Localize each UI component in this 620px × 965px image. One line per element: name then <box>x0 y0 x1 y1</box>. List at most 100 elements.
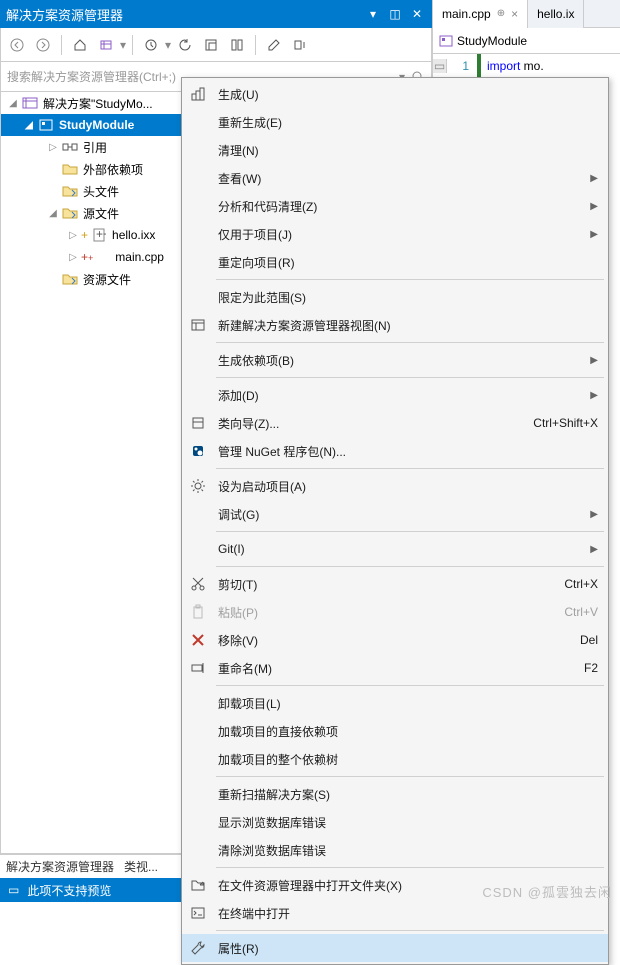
nuget-icon <box>188 441 208 461</box>
chevron-right-icon: ▶ <box>590 173 598 184</box>
cpp-icon: ++ <box>90 227 108 243</box>
mi-open-terminal[interactable]: 在终端中打开 <box>182 899 608 927</box>
mi-unload[interactable]: 卸载项目(L) <box>182 689 608 717</box>
mi-nuget[interactable]: 管理 NuGet 程序包(N)... <box>182 437 608 465</box>
back-icon[interactable] <box>5 33 29 57</box>
expander-icon[interactable]: ◢ <box>5 98 21 109</box>
mi-add[interactable]: 添加(D)▶ <box>182 381 608 409</box>
tab-label: hello.ix <box>537 7 574 21</box>
project-label: StudyModule <box>59 118 134 132</box>
mi-retarget[interactable]: 重定向项目(R) <box>182 248 608 276</box>
mi-rename[interactable]: 重命名(M)F2 <box>182 654 608 682</box>
mi-load-deps[interactable]: 加载项目的直接依赖项 <box>182 717 608 745</box>
mi-git[interactable]: Git(I)▶ <box>182 535 608 563</box>
expander-icon[interactable]: ◢ <box>21 120 37 131</box>
chevron-right-icon: ▶ <box>590 390 598 401</box>
mi-show-browse-err[interactable]: 显示浏览数据库错误 <box>182 808 608 836</box>
build-icon <box>188 84 208 104</box>
mi-build-deps[interactable]: 生成依赖项(B)▶ <box>182 346 608 374</box>
mi-remove[interactable]: 移除(V)Del <box>182 626 608 654</box>
show-all-icon[interactable] <box>225 33 249 57</box>
expander-icon[interactable]: ▷ <box>65 230 81 241</box>
mi-debug[interactable]: 调试(G)▶ <box>182 500 608 528</box>
mi-class-wizard[interactable]: 类向导(Z)...Ctrl+Shift+X <box>182 409 608 437</box>
line-number: 1 <box>447 59 477 73</box>
mi-rebuild[interactable]: 重新生成(E) <box>182 108 608 136</box>
properties-icon[interactable] <box>262 33 286 57</box>
mi-view[interactable]: 查看(W)▶ <box>182 164 608 192</box>
filter-folder-icon <box>61 205 79 221</box>
mi-scope[interactable]: 限定为此范围(S) <box>182 283 608 311</box>
project-icon <box>439 35 453 47</box>
panel-title: 解决方案资源管理器 ▾ ◫ ✕ <box>0 0 432 28</box>
tab-label: main.cpp <box>442 7 491 21</box>
code-line[interactable]: ▭ 1 import mo. <box>433 54 620 78</box>
node-label: 源文件 <box>83 205 119 222</box>
tab-main-cpp[interactable]: main.cpp ⊕ × <box>433 0 528 28</box>
mi-clean[interactable]: 清理(N) <box>182 136 608 164</box>
code-keyword: import <box>487 59 520 73</box>
mi-cut[interactable]: 剪切(T)Ctrl+X <box>182 570 608 598</box>
paste-icon <box>188 602 208 622</box>
mi-paste: 粘贴(P)Ctrl+V <box>182 598 608 626</box>
mi-startup[interactable]: 设为启动项目(A) <box>182 472 608 500</box>
context-menu: 生成(U) 重新生成(E) 清理(N) 查看(W)▶ 分析和代码清理(Z)▶ 仅… <box>181 77 609 965</box>
svg-text:++: ++ <box>96 228 106 241</box>
project-icon <box>37 117 55 133</box>
preview-icon: ▭ <box>8 883 19 897</box>
mi-analyze[interactable]: 分析和代码清理(Z)▶ <box>182 192 608 220</box>
filter-folder-icon <box>61 183 79 199</box>
rename-icon <box>188 658 208 678</box>
solution-label: 解决方案"StudyMo... <box>43 95 153 112</box>
mi-new-view[interactable]: 新建解决方案资源管理器视图(N) <box>182 311 608 339</box>
tab-hello-ixx[interactable]: hello.ix <box>528 0 584 28</box>
preview-message: 此项不支持预览 <box>27 882 111 899</box>
cut-icon <box>188 574 208 594</box>
refresh-icon[interactable] <box>173 33 197 57</box>
gear-icon <box>188 476 208 496</box>
editor-tabs: main.cpp ⊕ × hello.ix <box>433 0 620 28</box>
mi-clear-browse-err[interactable]: 清除浏览数据库错误 <box>182 836 608 864</box>
folder-icon <box>61 161 79 177</box>
mi-project-only[interactable]: 仅用于项目(J)▶ <box>182 220 608 248</box>
nav-bar[interactable]: StudyModule <box>433 28 620 54</box>
nav-label: StudyModule <box>457 34 527 48</box>
panel-dropdown-icon[interactable]: ▾ <box>364 5 382 23</box>
code-text: mo. <box>520 59 543 73</box>
expander-icon[interactable]: ▷ <box>45 142 61 153</box>
collapse-icon[interactable] <box>199 33 223 57</box>
node-label: main.cpp <box>115 250 164 264</box>
solution-icon <box>21 95 39 111</box>
plus-icon: + <box>81 228 88 242</box>
switch-view-icon[interactable] <box>94 33 118 57</box>
mi-rescan[interactable]: 重新扫描解决方案(S) <box>182 780 608 808</box>
chevron-right-icon: ▶ <box>590 544 598 555</box>
chevron-right-icon: ▶ <box>590 355 598 366</box>
panel-title-text: 解决方案资源管理器 <box>6 5 360 24</box>
history-icon[interactable] <box>139 33 163 57</box>
gutter: ▭ <box>433 59 447 73</box>
tab-class-view[interactable]: 类视... <box>124 858 158 875</box>
mi-properties[interactable]: 属性(R) <box>182 934 608 962</box>
refs-icon <box>61 139 79 155</box>
mi-load-tree[interactable]: 加载项目的整个依赖树 <box>182 745 608 773</box>
preview-icon[interactable] <box>288 33 312 57</box>
forward-icon[interactable] <box>31 33 55 57</box>
pin-icon[interactable]: ◫ <box>386 5 404 23</box>
wrench-icon <box>188 938 208 958</box>
close-icon[interactable]: ✕ <box>408 5 426 23</box>
new-view-icon <box>188 315 208 335</box>
toolbar: ▾ ▾ <box>0 28 432 62</box>
pin-icon[interactable]: ⊕ <box>497 8 505 19</box>
expander-icon[interactable]: ▷ <box>65 252 81 263</box>
node-label: 外部依赖项 <box>83 161 143 178</box>
wizard-icon <box>188 413 208 433</box>
mi-build[interactable]: 生成(U) <box>182 80 608 108</box>
node-label: 引用 <box>83 139 107 156</box>
tab-solution-explorer[interactable]: 解决方案资源管理器 <box>6 858 114 875</box>
filter-folder-icon <box>61 271 79 287</box>
close-icon[interactable]: × <box>511 7 518 21</box>
expander-icon[interactable]: ◢ <box>45 208 61 219</box>
home-icon[interactable] <box>68 33 92 57</box>
node-label: 头文件 <box>83 183 119 200</box>
